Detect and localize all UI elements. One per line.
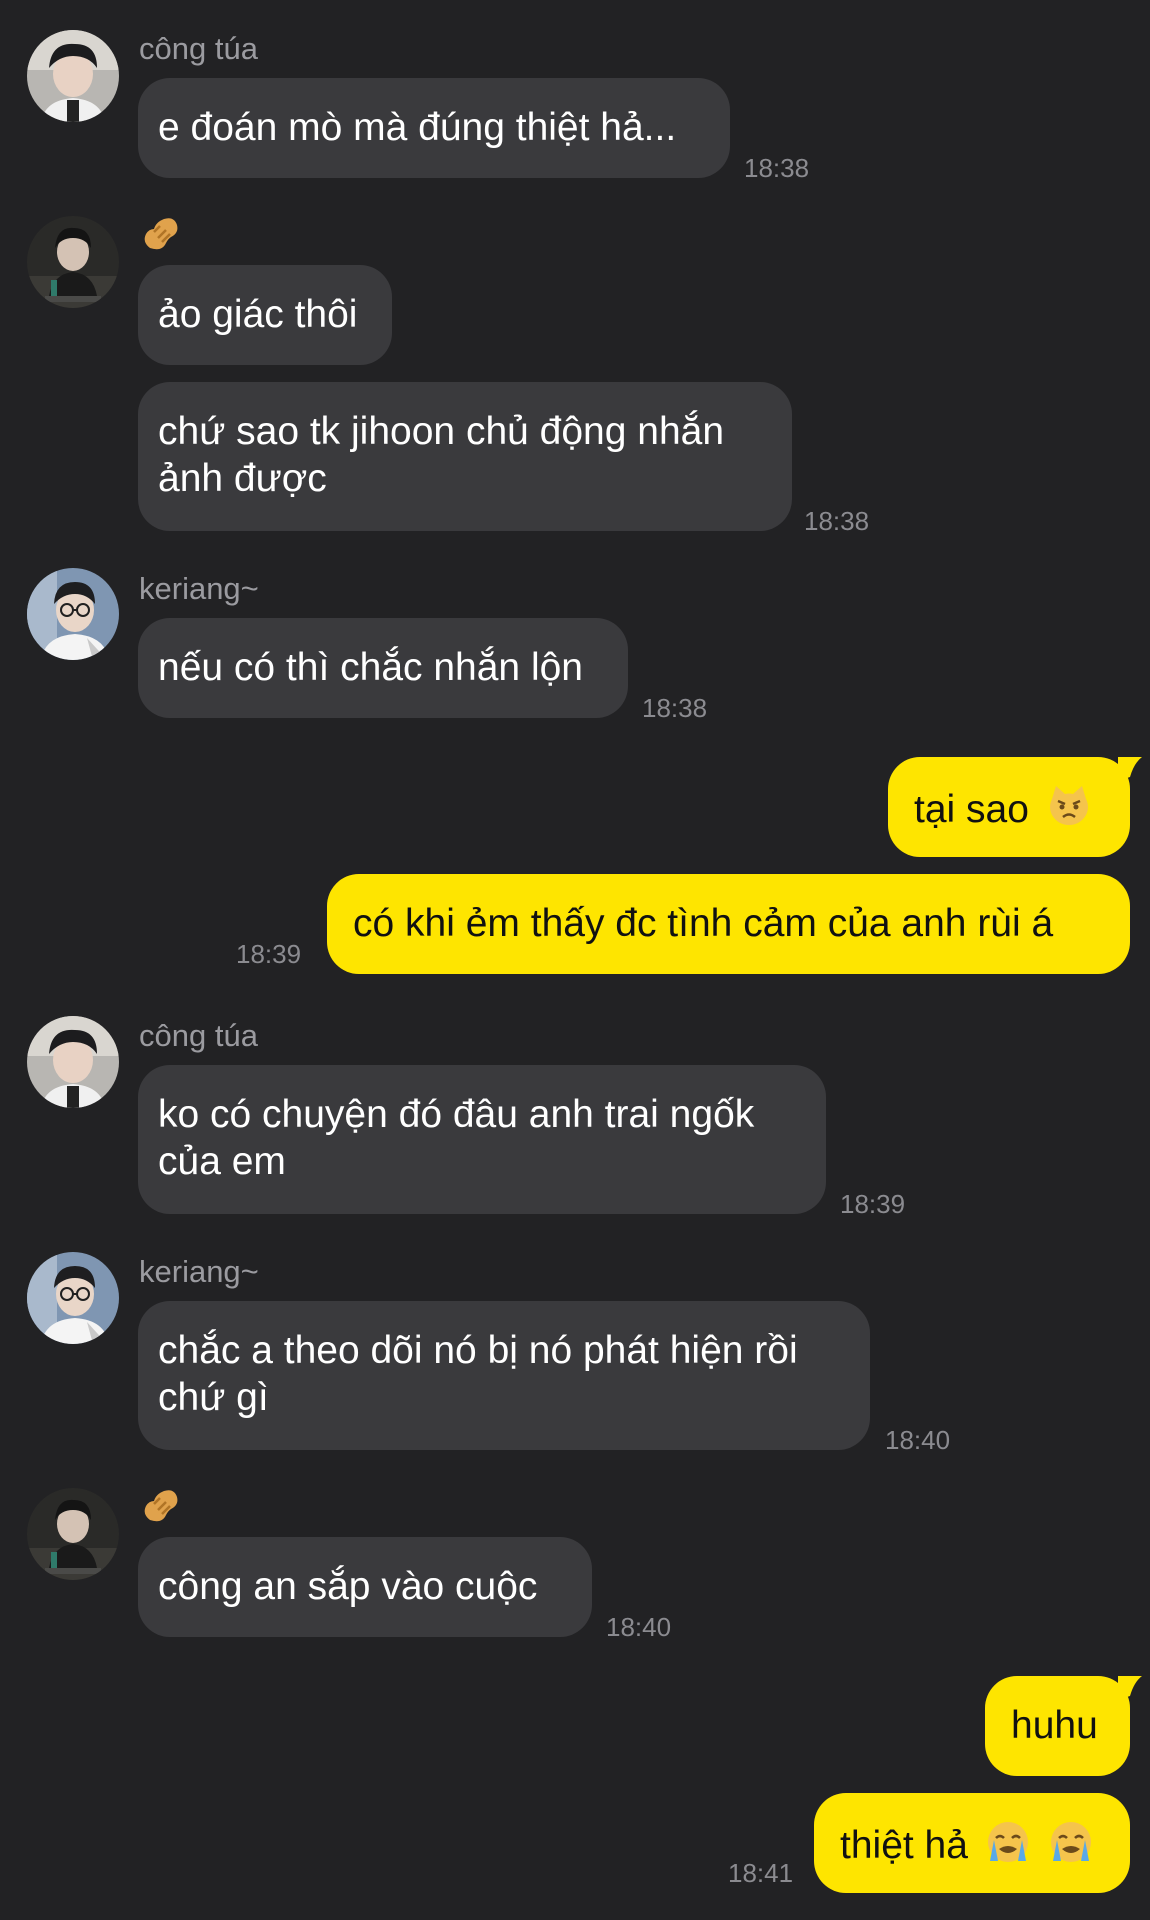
message-bubble-incoming[interactable]: nếu có thì chắc nhắn lộn [138, 618, 628, 718]
message-text: ảnh được [158, 457, 327, 500]
message-time: 18:39 [840, 1189, 906, 1219]
peanut-icon [138, 212, 182, 256]
message-time: 18:40 [885, 1425, 951, 1455]
sender-name: công túa [139, 1018, 258, 1053]
message-bubble-incoming[interactable]: e đoán mò mà đúng thiệt hả... [138, 78, 730, 178]
crying-face-icon [1048, 1819, 1094, 1876]
sender-name: công túa [139, 31, 258, 66]
pouting-cat-face-icon [1046, 783, 1092, 840]
message-bubble-incoming[interactable]: ảo giác thôi [138, 265, 392, 365]
crying-face-icon [985, 1819, 1031, 1876]
message-time: 18:41 [728, 1858, 794, 1888]
message-bubble-incoming[interactable]: ko có chuyện đó đâu anh trai ngốk của em [138, 1065, 826, 1214]
message-bubble-incoming[interactable]: công an sắp vào cuộc [138, 1537, 592, 1637]
message-text: ảo giác thôi [158, 293, 358, 336]
message-bubble-outgoing[interactable]: có khi ẻm thấy đc tình cảm của anh rùi á [327, 874, 1130, 974]
message-text: chứ sao tk jihoon chủ động nhắn [158, 410, 725, 453]
avatar-keriang[interactable] [27, 568, 119, 660]
chat-view[interactable]: công túa e đoán mò mà đúng thiệt hả... 1… [0, 0, 1150, 1920]
sender-name: keriang~ [139, 571, 259, 606]
message-text: chắc a theo dõi nó bị nó phát hiện rồi [158, 1329, 798, 1372]
message-text: chứ gì [158, 1376, 269, 1419]
bubble-tail [1118, 757, 1142, 781]
message-bubble-outgoing[interactable]: tại sao [888, 757, 1130, 857]
message-text: thiệt hả [840, 1823, 968, 1867]
bubble-tail [1118, 1676, 1142, 1700]
message-time: 18:38 [642, 693, 708, 723]
message-text: huhu [1011, 1704, 1098, 1747]
message-text: nếu có thì chắc nhắn lộn [158, 646, 583, 689]
message-text: có khi ẻm thấy đc tình cảm của anh rùi á [353, 902, 1054, 945]
message-text: e đoán mò mà đúng thiệt hả... [158, 106, 677, 149]
message-bubble-incoming[interactable]: chắc a theo dõi nó bị nó phát hiện rồi c… [138, 1301, 870, 1450]
message-text: của em [158, 1140, 286, 1183]
avatar-keriang[interactable] [27, 1252, 119, 1344]
message-time: 18:40 [606, 1612, 672, 1642]
message-text: tại sao [914, 787, 1029, 831]
message-text: công an sắp vào cuộc [158, 1565, 538, 1608]
message-time: 18:38 [744, 153, 810, 183]
avatar-peanut[interactable] [27, 1488, 119, 1580]
avatar-cong-tua[interactable] [27, 1016, 119, 1108]
sender-name: keriang~ [139, 1254, 259, 1289]
peanut-icon [138, 1484, 182, 1528]
avatar-peanut[interactable] [27, 216, 119, 308]
avatar-cong-tua[interactable] [27, 30, 119, 122]
message-text: ko có chuyện đó đâu anh trai ngốk [158, 1093, 755, 1136]
message-time: 18:38 [804, 506, 870, 536]
message-bubble-outgoing[interactable]: huhu [985, 1676, 1130, 1776]
message-bubble-incoming[interactable]: chứ sao tk jihoon chủ động nhắn ảnh được [138, 382, 792, 531]
message-bubble-outgoing[interactable]: thiệt hả [814, 1793, 1130, 1893]
message-time: 18:39 [236, 939, 302, 969]
